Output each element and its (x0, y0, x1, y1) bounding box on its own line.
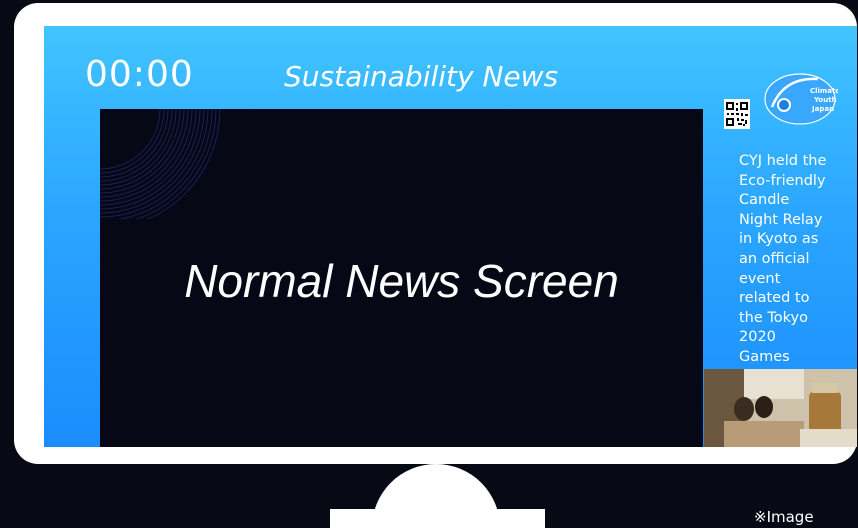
decorative-arcs-icon (100, 109, 221, 219)
clock: 00:00 (85, 54, 194, 95)
svg-text:Japan: Japan (811, 105, 834, 113)
stage: 00:00 Sustainability News Normal News Sc… (0, 0, 858, 528)
monitor-screen: 00:00 Sustainability News Normal News Sc… (44, 26, 857, 447)
side-news-text: CYJ held the Eco-friendly Candle Night R… (739, 153, 827, 365)
main-news-panel: Normal News Screen (100, 109, 703, 447)
monitor-frame: 00:00 Sustainability News Normal News Sc… (14, 3, 857, 464)
image-footnote: ※Image (754, 508, 814, 526)
header-title: Sustainability News (284, 60, 559, 93)
climate-youth-japan-logo: Climate Youth Japan (764, 73, 838, 125)
monitor-stand-base (330, 509, 545, 528)
qr-code-icon[interactable] (724, 99, 750, 129)
news-photo (704, 369, 857, 447)
main-caption: Normal News Screen (184, 255, 619, 307)
svg-text:Climate: Climate (810, 87, 838, 95)
svg-text:Youth: Youth (813, 96, 837, 104)
photo-scene-icon (704, 369, 857, 447)
